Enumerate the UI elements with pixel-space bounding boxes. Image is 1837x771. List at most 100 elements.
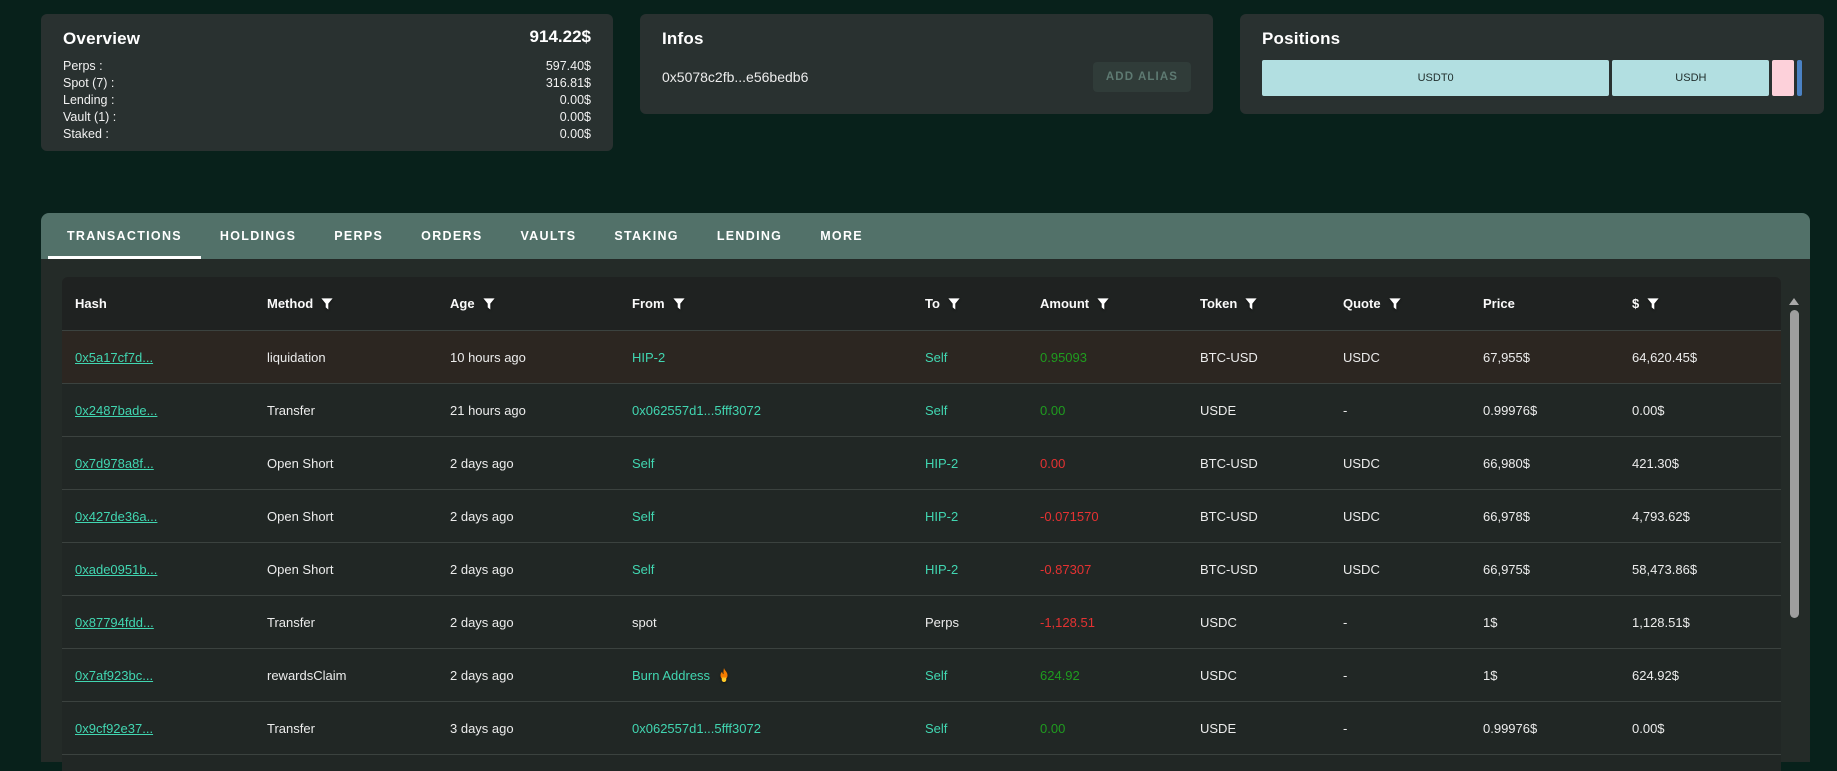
quote-cell-text: - [1343,615,1347,630]
scrollbar-thumb[interactable] [1790,310,1799,618]
token-cell-text: BTC-USD [1200,562,1258,577]
price-cell: 0.99976$ [1470,702,1619,754]
filter-icon[interactable] [948,298,960,310]
from-link[interactable]: 0x062557d1...5fff3072 [619,384,912,436]
positions-title: Positions [1262,29,1802,49]
table-row[interactable]: 0xade0951b... Open Short 2 days agoSelfHIP… [62,542,1781,595]
method-cell-text: Open Short [267,456,334,471]
age-cell: 2 days ago [437,543,619,595]
method-cell: Transfer [254,596,437,648]
column-label: Amount [1040,296,1089,311]
usd-cell: 0.00$ [1619,702,1781,754]
hash-link[interactable]: 0x7d978a8f... [62,437,254,489]
tab-vaults[interactable]: VAULTS [501,213,595,259]
to-link[interactable]: HIP-2 [912,543,1027,595]
overview-row: Staked :0.00$ [63,126,591,143]
hash-link-text: 0xade0951b... [75,562,157,577]
method-cell: Open Short [254,437,437,489]
hash-link[interactable]: 0x87794fdd... [62,596,254,648]
hash-link[interactable]: 0x2487bade... [62,384,254,436]
table-row[interactable] [62,754,1781,771]
usd-cell-text: 0.00$ [1632,721,1665,736]
to-link[interactable]: Self [912,649,1027,701]
from-link[interactable]: HIP-2 [619,331,912,383]
filter-icon[interactable] [321,298,333,310]
table-scrollbar[interactable] [1788,277,1800,762]
to-link[interactable]: HIP-2 [912,437,1027,489]
to-link[interactable]: HIP-2 [912,490,1027,542]
to-link[interactable]: Self [912,702,1027,754]
tab-perps[interactable]: PERPS [315,213,402,259]
hash-link[interactable]: 0x427de36a... [62,490,254,542]
position-segment[interactable] [1797,60,1802,96]
token-cell: USDC [1187,596,1330,648]
method-cell: Transfer [254,384,437,436]
filter-icon[interactable] [1647,298,1659,310]
from-link-text: 0x062557d1...5fff3072 [632,721,761,736]
age-cell: 2 days ago [437,490,619,542]
table-row[interactable]: 0x5a17cf7d...liquidation10 hours agoHIP-… [62,330,1781,383]
amount-cell-text: 0.00 [1040,403,1065,418]
tab-orders[interactable]: ORDERS [402,213,501,259]
position-segment-usdt0[interactable]: USDT0 [1262,60,1609,96]
method-cell: Open Short [254,490,437,542]
from-link[interactable]: Self [619,543,912,595]
column-header-quote: Quote [1330,277,1470,330]
tab-bar: TRANSACTIONSHOLDINGSPERPSORDERSVAULTSSTA… [41,213,1810,259]
table-row[interactable]: 0x9cf92e37...Transfer3 days ago0x062557d… [62,701,1781,754]
to-link[interactable]: Self [912,331,1027,383]
to-link[interactable]: Self [912,384,1027,436]
filter-icon[interactable] [1245,298,1257,310]
to-cell: Perps [912,596,1027,648]
from-link[interactable]: Burn Address [619,649,912,701]
to-link-text: Self [925,668,947,683]
hash-link[interactable]: 0x9cf92e37... [62,702,254,754]
hash-link[interactable]: 0x5a17cf7d... [62,331,254,383]
overview-value: 0.00$ [560,126,591,143]
age-cell: 2 days ago [437,596,619,648]
column-label: Hash [75,296,107,311]
method-cell: liquidation [254,331,437,383]
overview-breakdown: Perps :597.40$Spot (7) :316.81$Lending :… [63,58,591,143]
table-row[interactable]: 0x7d978a8f...Open Short2 days agoSelfHIP… [62,436,1781,489]
wallet-address: 0x5078c2fb...e56bedb6 [662,69,808,85]
filter-icon[interactable] [1389,298,1401,310]
quote-cell: USDC [1330,490,1470,542]
table-row[interactable]: 0x7af923bc...rewardsClaim2 days agoBurn … [62,648,1781,701]
method-cell-text: Open Short [267,562,334,577]
tab-staking[interactable]: STAKING [595,213,697,259]
tab-more[interactable]: MORE [801,213,882,259]
amount-cell: -0.87307 [1027,543,1187,595]
position-segment[interactable] [1772,60,1793,96]
tab-lending[interactable]: LENDING [698,213,801,259]
overview-label: Spot (7) : [63,75,114,92]
table-row[interactable]: 0x87794fdd...Transfer2 days agospotPerps… [62,595,1781,648]
filter-icon[interactable] [673,298,685,310]
table-row[interactable]: 0x427de36a...Open Short2 days agoSelfHIP… [62,489,1781,542]
table-row[interactable]: 0x2487bade...Transfer21 hours ago0x06255… [62,383,1781,436]
quote-cell: - [1330,596,1470,648]
table-header-row: HashMethodAgeFromToAmountTokenQuotePrice… [62,277,1781,330]
from-link[interactable]: Self [619,490,912,542]
column-header-amount: Amount [1027,277,1187,330]
transactions-panel: HashMethodAgeFromToAmountTokenQuotePrice… [41,259,1810,762]
tab-transactions[interactable]: TRANSACTIONS [48,213,201,259]
to-link-text: Self [925,403,947,418]
hash-link[interactable]: 0x7af923bc... [62,649,254,701]
filter-icon[interactable] [483,298,495,310]
position-segment-usdh[interactable]: USDH [1612,60,1769,96]
age-cell: 3 days ago [437,702,619,754]
hash-link[interactable]: 0xade0951b... [62,543,254,595]
scrollbar-up-arrow-icon[interactable] [1789,298,1799,305]
from-link[interactable]: Self [619,437,912,489]
method-cell-text: rewardsClaim [267,668,346,683]
positions-allocation-bar: USDT0USDH [1262,60,1802,96]
filter-icon[interactable] [1097,298,1109,310]
price-cell: 66,978$ [1470,490,1619,542]
tab-holdings[interactable]: HOLDINGS [201,213,315,259]
from-link[interactable]: 0x062557d1...5fff3072 [619,702,912,754]
usd-cell: 58,473.86$ [1619,543,1781,595]
column-header-from: From [619,277,912,330]
add-alias-button[interactable]: ADD ALIAS [1093,62,1191,92]
quote-cell: - [1330,384,1470,436]
